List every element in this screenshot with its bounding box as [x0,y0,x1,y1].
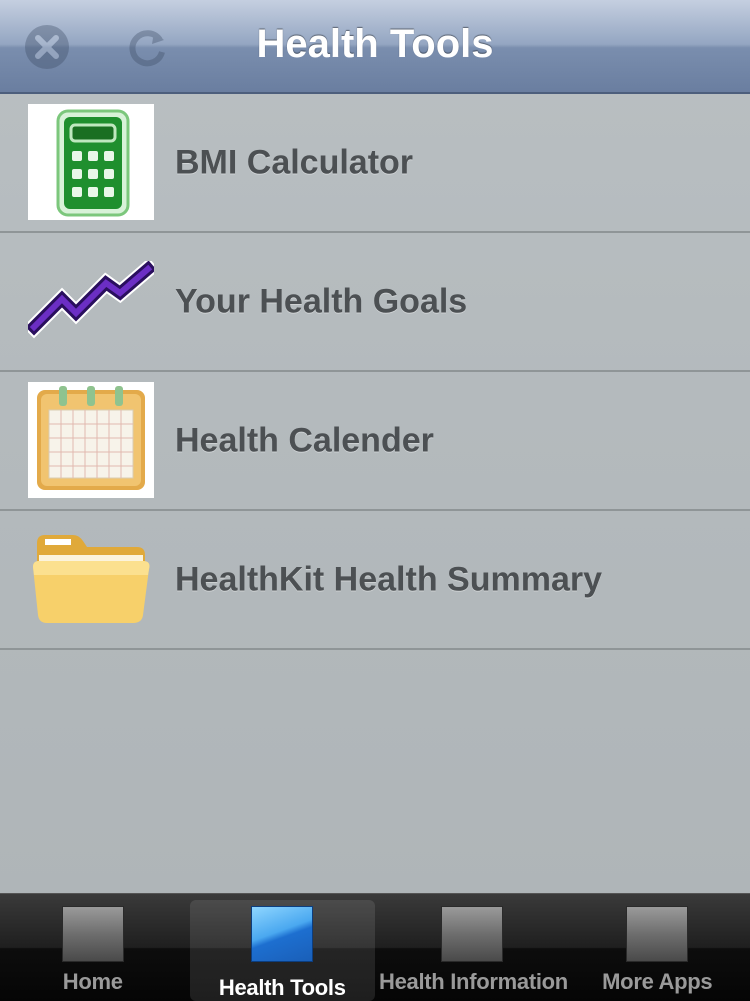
tab-health-information[interactable]: Health Information [379,894,565,1001]
list-item-your-health-goals[interactable]: Your Health Goals [0,233,750,372]
health-tools-list: BMI Calculator Your Health Goals [0,94,750,650]
tab-label: Health Tools [190,975,376,1001]
calculator-icon [28,104,154,220]
list-item-label: Health Calender [175,421,434,460]
list-item-label: BMI Calculator [175,143,413,182]
list-item-health-calender[interactable]: Health Calender [0,372,750,511]
folder-icon [28,521,154,637]
list-item-bmi-calculator[interactable]: BMI Calculator [0,94,750,233]
list-item-label: Your Health Goals [175,282,467,321]
trend-line-icon [28,243,154,359]
list-item-label: HealthKit Health Summary [175,560,602,599]
tab-label: Home [0,969,186,995]
tab-home[interactable]: Home [0,894,186,1001]
list-item-healthkit-health-summary[interactable]: HealthKit Health Summary [0,511,750,650]
tab-label: More Apps [565,969,750,995]
page-title: Health Tools [0,22,750,67]
health-tools-tab-icon [251,906,313,962]
navigation-bar: Health Tools [0,0,750,94]
tab-bar: Home Health Tools Health Information Mor… [0,893,750,1001]
more-apps-tab-icon [626,906,688,962]
health-information-tab-icon [441,906,503,962]
tab-label: Health Information [379,969,565,995]
home-tab-icon [62,906,124,962]
calendar-icon [28,382,154,498]
tab-more-apps[interactable]: More Apps [565,894,750,1001]
tab-health-tools[interactable]: Health Tools [190,900,376,1001]
